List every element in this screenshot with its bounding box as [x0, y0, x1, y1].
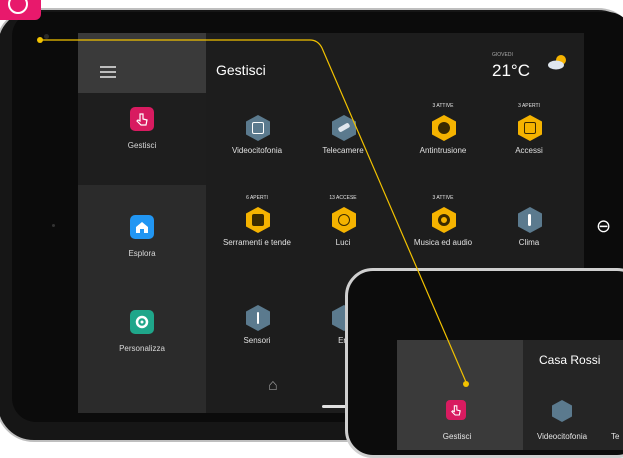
speaker-icon [432, 207, 456, 233]
phone-tile-label-partial: Te [611, 432, 620, 441]
shutter-icon [246, 207, 270, 233]
tile-antintrusione[interactable]: 3 ATTIVE Antintrusione [400, 103, 486, 187]
tile-luci[interactable]: 13 ACCESE Luci [300, 195, 386, 279]
tile-badge: 3 ATTIVE [432, 195, 454, 201]
door-icon [518, 115, 542, 141]
tile-label: Musica ed audio [413, 238, 473, 247]
tile-badge: 3 ATTIVE [432, 103, 454, 109]
home-icon [130, 215, 154, 239]
page-title: Gestisci [216, 62, 266, 78]
tile-badge: 6 APERTI [246, 195, 268, 201]
back-arrow-icon[interactable]: ⊖ [596, 216, 611, 237]
hand-tap-icon [130, 107, 154, 131]
tile-sensori[interactable]: Sensori [214, 293, 300, 377]
tile-label: Sensori [243, 336, 271, 345]
tile-label: Clima [518, 238, 540, 247]
sidebar-item-gestisci[interactable]: Gestisci [78, 93, 206, 185]
tile-accessi[interactable]: 3 APERTI Accessi [486, 103, 572, 187]
phone-title: Casa Rossi [539, 353, 601, 367]
phone-screen: Casa Rossi Gestisci Videocitofonia Te [397, 340, 623, 450]
callout-badge [0, 0, 41, 20]
tile-badge: 13 ACCESE [329, 195, 357, 201]
alarm-icon [432, 115, 456, 141]
phone-tile-label: Videocitofonia [536, 432, 588, 441]
menu-button[interactable] [78, 33, 206, 93]
thermometer-icon [518, 207, 542, 233]
tile-musica[interactable]: 3 ATTIVE Musica ed audio [400, 195, 486, 279]
ring-icon [8, 0, 28, 14]
phone-sidebar-label: Gestisci [442, 432, 472, 441]
sidebar-item-personalizza[interactable]: Personalizza [78, 296, 206, 388]
hand-tap-icon[interactable] [446, 400, 466, 420]
tile-videocitofonia[interactable]: Videocitofonia [214, 103, 300, 187]
sidebar-item-esplora[interactable]: Esplora [78, 201, 206, 293]
home-outline-icon[interactable]: ⌂ [268, 377, 278, 395]
light-icon [332, 207, 356, 233]
sidebar-item-label: Esplora [128, 249, 156, 258]
tile-label: Antintrusione [419, 146, 467, 155]
camera-dot [44, 34, 49, 39]
partly-cloudy-icon [546, 53, 570, 71]
tile-label: Telecamere [322, 146, 364, 155]
intercom-icon [246, 115, 270, 141]
sensor-icon [246, 305, 270, 331]
tile-badge: 3 APERTI [518, 103, 540, 109]
camera-icon [332, 115, 356, 141]
tile-label: Luci [335, 238, 351, 247]
sidebar-item-label: Gestisci [127, 141, 157, 150]
sidebar-item-label: Personalizza [119, 344, 165, 353]
weather-temperature: 21°C [492, 61, 530, 80]
tile-clima[interactable]: Clima [486, 195, 572, 279]
tile-label: Videocitofonia [231, 146, 283, 155]
tile-label: Serramenti e tende [222, 238, 292, 247]
side-sensor-dot [52, 224, 55, 227]
intercom-icon[interactable] [552, 400, 572, 422]
hamburger-icon [100, 66, 116, 81]
weather-day: GIOVEDI [492, 52, 513, 58]
sidebar: Gestisci Esplora Personalizza ⌂ [78, 33, 278, 413]
tile-serramenti[interactable]: 6 APERTI Serramenti e tende [214, 195, 300, 279]
tile-label: Accessi [515, 146, 543, 155]
tile-telecamere[interactable]: Telecamere [300, 103, 386, 187]
gear-icon [130, 310, 154, 334]
